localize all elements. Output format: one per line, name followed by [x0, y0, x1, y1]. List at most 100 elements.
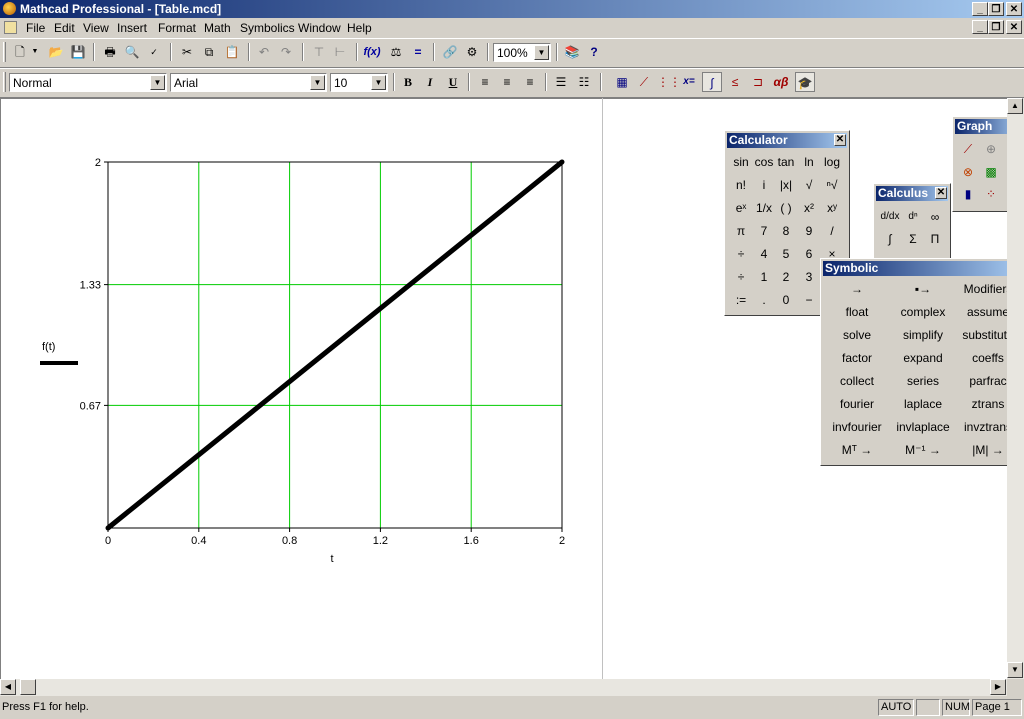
calculator-key[interactable]: ln: [798, 151, 820, 173]
menu-file[interactable]: File: [26, 21, 45, 35]
symbolic-key-series[interactable]: series: [890, 370, 956, 392]
copy-icon[interactable]: ⧉: [199, 42, 219, 62]
calculator-close-icon[interactable]: ✕: [834, 134, 846, 146]
new-document-icon[interactable]: 🗋: [10, 42, 30, 62]
calculator-key[interactable]: 8: [775, 220, 797, 242]
undo-icon[interactable]: ↶: [254, 42, 274, 62]
resource-center-icon[interactable]: 📚: [562, 42, 582, 62]
symbolic-key-factor[interactable]: factor: [824, 347, 890, 369]
calculator-key[interactable]: .: [753, 289, 775, 311]
evaluation-toolbar-icon[interactable]: x=: [679, 72, 699, 92]
calculator-key[interactable]: 6: [798, 243, 820, 265]
scroll-down-icon[interactable]: ▼: [1007, 662, 1023, 678]
close-button[interactable]: ✕: [1006, 2, 1022, 16]
zoom-icon[interactable]: ⊕: [980, 138, 1002, 160]
menu-symbolics[interactable]: Symbolics: [240, 21, 295, 35]
spell-check-icon[interactable]: ✓: [144, 42, 164, 62]
calculator-key[interactable]: :=: [730, 289, 752, 311]
minimize-button[interactable]: _: [972, 2, 988, 16]
symbolic-key-[interactable]: →: [824, 278, 890, 300]
restore-button[interactable]: ❐: [988, 2, 1004, 16]
menu-view[interactable]: View: [83, 21, 109, 35]
scatter-plot-icon[interactable]: ⁘: [980, 183, 1002, 205]
align-center-icon[interactable]: ≡: [497, 72, 517, 92]
menu-math[interactable]: Math: [204, 21, 231, 35]
font-dropdown-icon[interactable]: ▼: [310, 75, 325, 90]
align-right-icon[interactable]: ≡: [520, 72, 540, 92]
symbolic-key-m[interactable]: Mᵀ →: [824, 439, 890, 461]
bulleted-list-icon[interactable]: ☰: [551, 72, 571, 92]
matrix-toolbar-icon[interactable]: ⋮⋮: [657, 72, 681, 92]
insert-function-icon[interactable]: f(x): [362, 42, 382, 62]
align-down-icon[interactable]: ⊢: [330, 42, 350, 62]
symbolic-key-collect[interactable]: collect: [824, 370, 890, 392]
definite-integral-icon[interactable]: ∫: [879, 228, 901, 250]
menu-help[interactable]: Help: [347, 21, 372, 35]
symbolic-key-invlaplace[interactable]: invlaplace: [890, 416, 956, 438]
boolean-toolbar-icon[interactable]: ≤: [725, 72, 745, 92]
insert-hyperlink-icon[interactable]: 🔗: [440, 42, 460, 62]
menu-format[interactable]: Format: [158, 21, 196, 35]
calculator-key[interactable]: 7: [753, 220, 775, 242]
calculator-key[interactable]: /: [821, 220, 843, 242]
calculate-icon[interactable]: =: [408, 42, 428, 62]
calculator-key[interactable]: 4: [753, 243, 775, 265]
align-across-icon[interactable]: ⊤: [309, 42, 329, 62]
calculator-key[interactable]: x²: [798, 197, 820, 219]
calculator-key[interactable]: 2: [775, 266, 797, 288]
font-select[interactable]: Arial ▼: [170, 73, 327, 92]
calculator-key[interactable]: |x|: [775, 174, 797, 196]
print-preview-icon[interactable]: 🔍: [122, 42, 142, 62]
symbolic-key-laplace[interactable]: laplace: [890, 393, 956, 415]
vertical-scrollbar[interactable]: ▲ ▼: [1007, 98, 1024, 679]
menu-window[interactable]: Window: [298, 21, 341, 35]
calculator-key[interactable]: cos: [753, 151, 775, 173]
bold-button[interactable]: B: [398, 72, 418, 92]
mathcad-app-icon[interactable]: [3, 2, 16, 15]
calculator-title-bar[interactable]: Calculator ✕: [727, 133, 847, 148]
derivative-icon[interactable]: d/dx: [879, 206, 901, 228]
calculator-key[interactable]: 9: [798, 220, 820, 242]
symbolic-key-expand[interactable]: expand: [890, 347, 956, 369]
calculator-key[interactable]: −: [798, 289, 820, 311]
xy-plot-icon[interactable]: ⟋: [957, 138, 979, 160]
calculator-key[interactable]: π: [730, 220, 752, 242]
save-icon[interactable]: 💾: [68, 42, 88, 62]
calculator-key[interactable]: eˣ: [730, 197, 752, 219]
product-icon[interactable]: Π: [924, 228, 946, 250]
symbolic-key-[interactable]: ▪→: [890, 278, 956, 300]
symbolic-key-m[interactable]: M⁻¹ →: [890, 439, 956, 461]
align-left-icon[interactable]: ≡: [475, 72, 495, 92]
calculator-key[interactable]: ( ): [775, 197, 797, 219]
calculator-key[interactable]: ⁿ√: [821, 174, 843, 196]
calculator-key[interactable]: 1/x: [753, 197, 775, 219]
menu-edit[interactable]: Edit: [54, 21, 75, 35]
calculator-key[interactable]: 5: [775, 243, 797, 265]
print-icon[interactable]: 🖶: [100, 42, 120, 62]
help-icon[interactable]: ?: [584, 42, 604, 62]
calculator-key[interactable]: ÷: [730, 266, 752, 288]
cut-icon[interactable]: ✂: [177, 42, 197, 62]
symbolic-title-bar[interactable]: Symbolic ✕: [823, 261, 1021, 276]
calculus-close-icon[interactable]: ✕: [935, 187, 947, 199]
symbolic-palette[interactable]: Symbolic ✕ →▪→Modifiersfloatcomplexassum…: [820, 258, 1024, 466]
horizontal-scrollbar[interactable]: ◀ ▶: [0, 679, 1007, 696]
menu-insert[interactable]: Insert: [117, 21, 147, 35]
zoom-select[interactable]: 100% ▼: [493, 43, 551, 62]
calculus-title-bar[interactable]: Calculus ✕: [876, 186, 948, 201]
doc-minimize-button[interactable]: _: [972, 20, 988, 34]
underline-button[interactable]: U: [443, 72, 463, 92]
italic-button[interactable]: I: [420, 72, 440, 92]
redo-icon[interactable]: ↷: [276, 42, 296, 62]
doc-close-button[interactable]: ✕: [1006, 20, 1022, 34]
symbolic-key-simplify[interactable]: simplify: [890, 324, 956, 346]
calculator-key[interactable]: 3: [798, 266, 820, 288]
doc-restore-button[interactable]: ❐: [988, 20, 1004, 34]
infinity-icon[interactable]: ∞: [924, 206, 946, 228]
scroll-up-icon[interactable]: ▲: [1007, 98, 1023, 114]
surface-plot-icon[interactable]: ▩: [980, 161, 1002, 183]
scroll-left-icon[interactable]: ◀: [0, 679, 16, 695]
calculator-key[interactable]: √: [798, 174, 820, 196]
graph-toolbar-icon[interactable]: ⟋: [634, 72, 654, 92]
calculator-key[interactable]: i: [753, 174, 775, 196]
